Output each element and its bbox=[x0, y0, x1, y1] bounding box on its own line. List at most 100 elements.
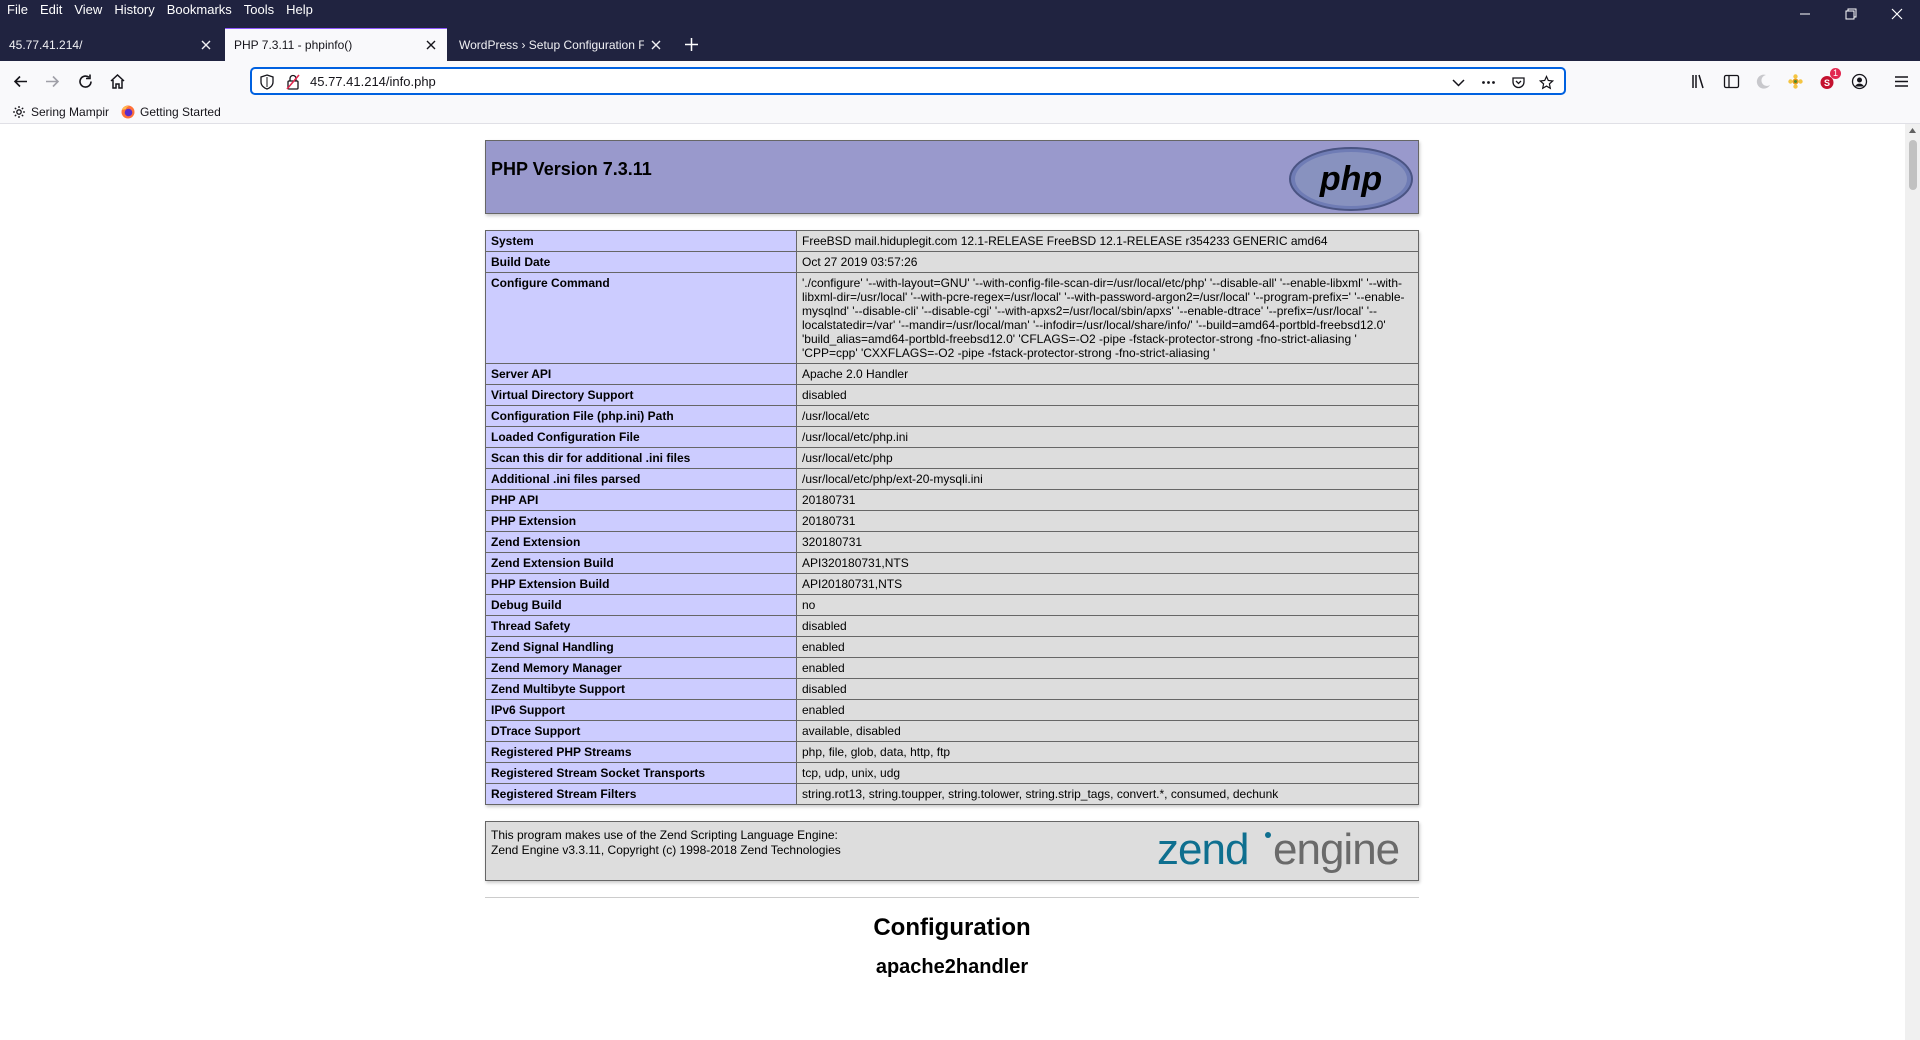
minimize-icon bbox=[1800, 13, 1810, 15]
zend-engine-logo[interactable]: zend engine bbox=[1157, 826, 1413, 876]
info-key-cell: Configuration File (php.ini) Path bbox=[485, 405, 797, 427]
menu-bookmarks[interactable]: Bookmarks bbox=[161, 0, 238, 20]
url-input[interactable] bbox=[310, 69, 1410, 93]
tab-close-button[interactable] bbox=[194, 33, 218, 57]
php-version-header-cell: PHP Version 7.3.11 php bbox=[485, 140, 1419, 214]
info-value-cell: disabled bbox=[796, 615, 1419, 637]
menu-help[interactable]: Help bbox=[280, 0, 319, 20]
close-icon bbox=[426, 40, 436, 50]
info-key-cell: DTrace Support bbox=[485, 720, 797, 742]
info-value-cell: php, file, glob, data, http, ftp bbox=[796, 741, 1419, 763]
info-value-cell: enabled bbox=[796, 699, 1419, 721]
moon-icon bbox=[1756, 74, 1770, 89]
svg-text:engine: engine bbox=[1273, 826, 1399, 874]
info-value-cell: disabled bbox=[796, 678, 1419, 700]
info-value-cell: 20180731 bbox=[796, 510, 1419, 532]
svg-text:php: php bbox=[1319, 160, 1382, 198]
info-key-cell: Additional .ini files parsed bbox=[485, 468, 797, 490]
zend-engine-cell: This program makes use of the Zend Scrip… bbox=[485, 821, 1419, 881]
account-button[interactable] bbox=[1846, 68, 1872, 94]
info-key-cell: PHP Extension bbox=[485, 510, 797, 532]
info-key-cell: PHP Extension Build bbox=[485, 573, 797, 595]
configuration-heading: Configuration bbox=[873, 914, 1031, 941]
page-viewport: PHP Version 7.3.11 php System FreeBSD mai… bbox=[0, 124, 1905, 1040]
insecure-lock-icon[interactable] bbox=[284, 73, 302, 91]
tab-wordpress-setup[interactable]: WordPress › Setup Configuration Fi bbox=[450, 28, 672, 61]
plus-icon bbox=[684, 38, 698, 51]
reload-button[interactable] bbox=[69, 65, 101, 97]
close-window-button[interactable] bbox=[1874, 0, 1920, 28]
info-key-cell: Thread Safety bbox=[485, 615, 797, 637]
php-version-title: PHP Version 7.3.11 bbox=[491, 159, 652, 179]
browser-titlebar: File Edit View History Bookmarks Tools H… bbox=[0, 0, 1920, 61]
info-key-cell: Registered Stream Socket Transports bbox=[485, 762, 797, 784]
extension-badge-button[interactable]: S 1 bbox=[1814, 68, 1842, 94]
info-value-cell: enabled bbox=[796, 657, 1419, 679]
table-row: Zend Extension Build API320180731,NTS bbox=[485, 552, 1419, 574]
extension-moon-button[interactable] bbox=[1750, 68, 1776, 94]
menu-tools[interactable]: Tools bbox=[238, 0, 280, 20]
home-button[interactable] bbox=[101, 65, 133, 97]
minimize-button[interactable] bbox=[1782, 0, 1828, 28]
pocket-button[interactable] bbox=[1508, 72, 1528, 92]
php-logo[interactable]: php bbox=[1288, 146, 1414, 212]
table-row: Zend Memory Manager enabled bbox=[485, 657, 1419, 679]
back-button[interactable] bbox=[4, 65, 36, 97]
url-dropdown-button[interactable] bbox=[1448, 72, 1468, 92]
bookmark-sering-mampir[interactable]: Sering Mampir bbox=[12, 105, 109, 119]
menu-view[interactable]: View bbox=[68, 0, 108, 20]
table-row: Registered Stream Socket Transports tcp, … bbox=[485, 762, 1419, 784]
table-row: Zend Extension 320180731 bbox=[485, 531, 1419, 553]
page-scrollbar[interactable] bbox=[1905, 124, 1920, 1040]
restore-button[interactable] bbox=[1828, 0, 1874, 28]
page-actions-button[interactable] bbox=[1478, 72, 1498, 92]
app-menu-button[interactable] bbox=[1888, 68, 1914, 94]
table-row: PHP API 20180731 bbox=[485, 489, 1419, 511]
sidebar-button[interactable] bbox=[1718, 68, 1744, 94]
extension-flower-button[interactable] bbox=[1782, 68, 1808, 94]
table-row: PHP Extension 20180731 bbox=[485, 510, 1419, 532]
info-value-cell: Apache 2.0 Handler bbox=[796, 363, 1419, 385]
forward-arrow-icon bbox=[45, 75, 59, 87]
close-icon bbox=[1891, 8, 1903, 20]
bookmark-label: Getting Started bbox=[140, 105, 221, 119]
tab-title: 45.77.41.214/ bbox=[9, 37, 83, 52]
info-key-cell: System bbox=[485, 230, 797, 252]
info-key-cell: Virtual Directory Support bbox=[485, 384, 797, 406]
info-key-cell: Zend Memory Manager bbox=[485, 657, 797, 679]
tab-close-button[interactable] bbox=[419, 33, 443, 57]
new-tab-button[interactable] bbox=[680, 28, 702, 61]
menu-file[interactable]: File bbox=[0, 0, 34, 20]
scroll-thumb[interactable] bbox=[1909, 140, 1917, 190]
bookmark-getting-started[interactable]: Getting Started bbox=[121, 105, 221, 119]
phpinfo-container: PHP Version 7.3.11 php System FreeBSD mai… bbox=[485, 140, 1419, 979]
sidebar-icon bbox=[1723, 74, 1739, 88]
tracking-protection-shield-icon[interactable] bbox=[258, 73, 276, 91]
window-controls bbox=[1782, 0, 1920, 28]
menu-history[interactable]: History bbox=[108, 0, 160, 20]
apache2handler-heading[interactable]: apache2handler bbox=[485, 956, 1419, 979]
tab-phpinfo[interactable]: PHP 7.3.11 - phpinfo() bbox=[225, 28, 447, 61]
info-value-cell: tcp, udp, unix, udg bbox=[796, 762, 1419, 784]
info-value-cell: /usr/local/etc/php.ini bbox=[796, 426, 1419, 448]
table-row: Scan this dir for additional .ini files /… bbox=[485, 447, 1419, 469]
forward-button[interactable] bbox=[36, 65, 68, 97]
star-icon bbox=[1538, 74, 1554, 89]
table-row: Build Date Oct 27 2019 03:57:26 bbox=[485, 251, 1419, 273]
info-key-cell: Build Date bbox=[485, 251, 797, 273]
library-icon bbox=[1691, 74, 1704, 88]
tab-close-button[interactable] bbox=[644, 33, 668, 57]
address-bar[interactable] bbox=[251, 68, 1565, 94]
scroll-up-arrow-icon[interactable] bbox=[1908, 126, 1917, 135]
table-row: Thread Safety disabled bbox=[485, 615, 1419, 637]
section-divider bbox=[485, 897, 1419, 898]
hamburger-menu-icon bbox=[1894, 75, 1908, 87]
tab-home[interactable]: 45.77.41.214/ bbox=[0, 28, 222, 61]
library-button[interactable] bbox=[1686, 68, 1712, 94]
menu-edit[interactable]: Edit bbox=[34, 0, 68, 20]
info-value-cell: API320180731,NTS bbox=[796, 552, 1419, 574]
tab-title: PHP 7.3.11 - phpinfo() bbox=[234, 38, 353, 52]
bookmark-star-button[interactable] bbox=[1536, 72, 1556, 92]
info-value-cell: './configure' '--with-layout=GNU' '--wit… bbox=[796, 272, 1419, 364]
